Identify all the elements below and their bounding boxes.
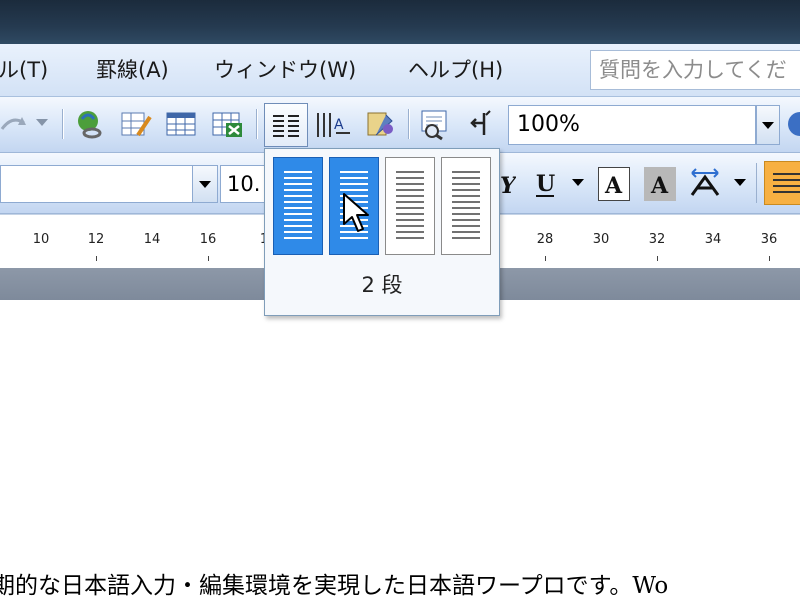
standard-toolbar: A 100% xyxy=(0,97,800,153)
char-scaling-icon[interactable] xyxy=(686,163,726,203)
ruler-label: 28 xyxy=(536,232,554,247)
columns-icon xyxy=(273,115,299,137)
ruler-label: 12 xyxy=(87,232,105,247)
ruler-label: 14 xyxy=(143,232,161,247)
document-map-icon[interactable] xyxy=(362,107,396,141)
ruler-tick xyxy=(208,256,209,261)
ruler-label: 10 xyxy=(32,232,50,247)
ruler-tick xyxy=(657,256,658,261)
document-text-line: 期的な日本語入力・編集環境を実現した日本語ワープロです。Wo xyxy=(0,573,669,599)
hyperlink-icon[interactable] xyxy=(72,107,106,141)
italic-icon[interactable]: Y xyxy=(500,169,518,199)
chevron-down-icon xyxy=(199,181,211,188)
ruler-label: 34 xyxy=(704,232,722,247)
char-border-icon[interactable]: A xyxy=(598,167,630,201)
separator xyxy=(62,109,63,139)
ruler-tick xyxy=(96,256,97,261)
font-name-combo[interactable] xyxy=(0,165,218,203)
mouse-cursor-icon xyxy=(342,192,372,234)
svg-text:A: A xyxy=(334,117,344,133)
ruler-tick xyxy=(769,256,770,261)
column-option-1[interactable] xyxy=(273,157,323,255)
insert-excel-icon[interactable] xyxy=(210,107,244,141)
font-dropdown-button[interactable] xyxy=(192,165,218,203)
four-column-icon xyxy=(452,171,480,239)
font-size-value: 10. xyxy=(227,172,261,196)
menu-table[interactable]: 罫線(A) xyxy=(96,55,169,85)
separator xyxy=(756,163,757,203)
columns-count-label: 2 段 xyxy=(361,273,403,297)
ruler-label: 36 xyxy=(760,232,778,247)
redo-icon[interactable] xyxy=(0,109,30,139)
separator xyxy=(256,109,257,139)
separator xyxy=(408,109,409,139)
insert-table-icon[interactable] xyxy=(164,107,198,141)
zoom-combo[interactable]: 100% xyxy=(508,105,756,145)
question-input[interactable]: 質問を入力してくだ xyxy=(590,50,800,90)
svg-text:A: A xyxy=(650,173,669,199)
title-bar xyxy=(0,0,800,44)
chevron-down-icon xyxy=(762,122,774,129)
ruler-label: 32 xyxy=(648,232,666,247)
tables-borders-icon[interactable] xyxy=(118,107,152,141)
ruler-tick xyxy=(545,256,546,261)
underline-icon[interactable]: U xyxy=(530,165,560,201)
align-justify-icon xyxy=(773,173,800,193)
column-option-3[interactable] xyxy=(385,157,435,255)
svg-text:Y: Y xyxy=(500,173,516,199)
svg-text:A: A xyxy=(604,173,623,199)
menu-bar: ル(T) 罫線(A) ウィンドウ(W) ヘルプ(H) 質問を入力してくだ xyxy=(0,44,800,97)
menu-window[interactable]: ウィンドウ(W) xyxy=(214,55,356,85)
zoom-value: 100% xyxy=(517,112,580,137)
zoom-dropdown-button[interactable] xyxy=(756,105,780,145)
char-shading-icon[interactable]: A xyxy=(644,167,676,201)
three-column-icon xyxy=(396,171,424,239)
svg-text:U: U xyxy=(536,171,555,197)
column-option-4[interactable] xyxy=(441,157,491,255)
columns-button[interactable] xyxy=(264,103,308,147)
font-size-combo[interactable]: 10. xyxy=(220,165,268,203)
align-justify-button[interactable] xyxy=(764,161,800,205)
columns-popup: 2 段 xyxy=(264,148,500,316)
ruler-label: 30 xyxy=(592,232,610,247)
menu-help[interactable]: ヘルプ(H) xyxy=(408,55,503,85)
menu-tools[interactable]: ル(T) xyxy=(0,55,48,85)
print-preview-icon[interactable] xyxy=(418,107,452,141)
help-icon[interactable] xyxy=(784,107,800,141)
show-hide-marks-icon[interactable] xyxy=(466,107,500,141)
one-column-icon xyxy=(284,171,312,239)
ruler-label: 16 xyxy=(199,232,217,247)
document-page[interactable] xyxy=(0,300,800,600)
drawing-icon[interactable]: A xyxy=(314,107,350,141)
